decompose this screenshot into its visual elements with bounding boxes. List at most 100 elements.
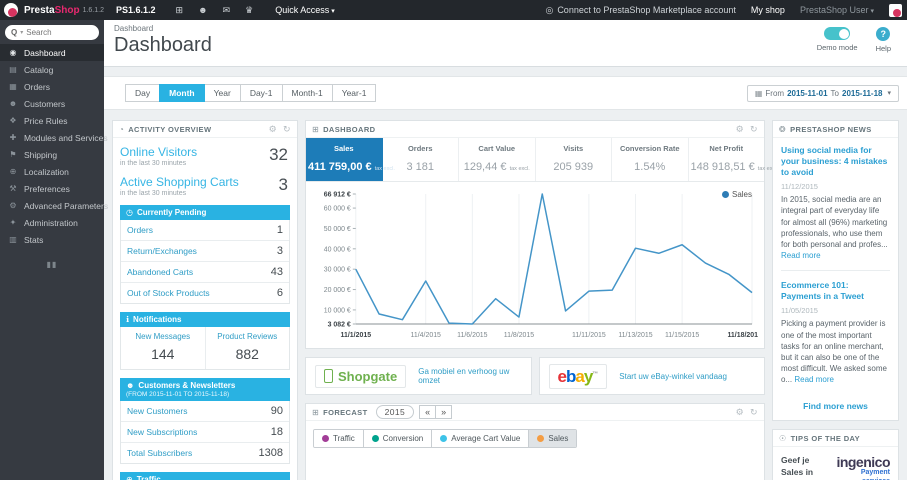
sidebar-item-administration[interactable]: ✦ Administration [0, 214, 104, 231]
user-menu[interactable]: PrestaShop User ▾ [800, 5, 874, 15]
customers-newsletters-section: ☻ Customers & Newsletters (FROM 2015-11-0… [120, 378, 290, 464]
article-excerpt: Picking a payment provider is one of the… [781, 318, 890, 385]
refresh-icon[interactable]: ↻ [750, 407, 758, 418]
shipping-icon: ⚑ [9, 150, 17, 159]
ebay-banner[interactable]: ebay™ Start uw eBay-winkel vandaag [538, 357, 765, 395]
find-more-news-link[interactable]: Find more news [773, 396, 898, 420]
activity-body: Online Visitors in the last 30 minutes 3… [113, 138, 297, 480]
tips-body: ingenico Payment services Geef je Sales … [773, 447, 898, 480]
product-reviews-cell[interactable]: Product Reviews 882 [204, 327, 290, 369]
breadcrumb[interactable]: Dashboard [114, 24, 897, 33]
pending-rows: Orders 1 Return/Exchanges 3 Abandoned Cart… [120, 220, 290, 304]
section-header: ⊕Traffic (FROM 2015-11-01 TO 2015-11-18) [120, 472, 290, 480]
sidebar-item-orders[interactable]: ▦ Orders [0, 78, 104, 95]
sidebar-item-stats[interactable]: ▥ Stats [0, 231, 104, 248]
kpi-tab-net-profit[interactable]: Net Profit 148 918,51 € tax excl. [689, 138, 778, 181]
kpi-tab-orders[interactable]: Orders 3 181 [383, 138, 459, 181]
shopgate-link[interactable]: Ga mobiel en verhoog uw omzet [418, 367, 521, 385]
next-year-button[interactable]: » [435, 405, 453, 419]
messages-icon[interactable]: ✉ [223, 5, 231, 16]
online-visitors-link[interactable]: Online Visitors [120, 145, 260, 159]
gear-icon[interactable]: ⚙ [736, 124, 744, 135]
date-range-picker[interactable]: ▦ From 2015-11-01 To 2015-11-18 ▾ [746, 84, 899, 102]
filter-day-1-button[interactable]: Day-1 [239, 84, 283, 102]
help-label: Help [875, 44, 891, 53]
sidebar-item-customers[interactable]: ☻ Customers [0, 95, 104, 112]
read-more-link[interactable]: Read more [781, 251, 821, 260]
toggle-traffic[interactable]: Traffic [314, 430, 363, 447]
new-subscriptions-link[interactable]: New Subscriptions [127, 427, 197, 437]
filter-month-button[interactable]: Month [159, 84, 205, 102]
sidebar-item-price-rules[interactable]: ❖ Price Rules [0, 112, 104, 129]
svg-text:40 000 €: 40 000 € [324, 246, 351, 253]
sidebar-item-advanced-parameters[interactable]: ⚙ Advanced Parameters [0, 197, 108, 214]
abandoned-carts-link[interactable]: Abandoned Carts [127, 267, 193, 277]
search-icon: Q [11, 28, 18, 37]
sidebar-item-localization[interactable]: ⊕ Localization [0, 163, 104, 180]
search-input[interactable] [26, 28, 77, 37]
ebay-letter: b [565, 366, 576, 386]
sidebar-item-preferences[interactable]: ⚒ Preferences [0, 180, 104, 197]
shopgate-banner[interactable]: Shopgate Ga mobiel en verhoog uw omzet [305, 357, 532, 395]
demo-mode-toggle[interactable] [824, 27, 851, 40]
kpi-tab-conversion-rate[interactable]: Conversion Rate 1.54% [612, 138, 689, 181]
toggle-average-cart-value[interactable]: Average Cart Value [431, 430, 529, 447]
trophy-icon[interactable]: ♛ [245, 5, 253, 16]
ebay-link[interactable]: Start uw eBay-winkel vandaag [619, 372, 727, 381]
refresh-icon[interactable]: ↻ [750, 124, 758, 135]
ingenico-logo[interactable]: ingenico Payment services [826, 455, 890, 480]
date-to-label: To [830, 88, 839, 98]
sidebar-search[interactable]: Q ▾ [5, 25, 99, 40]
sidebar-item-catalog[interactable]: ▤ Catalog [0, 61, 104, 78]
panel-tools: ⚙ ↻ [269, 124, 291, 135]
sidebar-item-shipping[interactable]: ⚑ Shipping [0, 146, 104, 163]
orders-link[interactable]: Orders [127, 225, 153, 235]
toggle-sales[interactable]: Sales [528, 430, 577, 447]
quick-access-menu[interactable]: Quick Access ▾ [275, 5, 335, 15]
sidebar-item-modules[interactable]: ✚ Modules and Services [0, 129, 108, 146]
shopgate-logo: Shopgate [315, 364, 407, 388]
sidebar-item-dashboard[interactable]: ◉ Dashboard [0, 44, 104, 61]
sales-dot-icon [537, 435, 545, 442]
new-customers-link[interactable]: New Customers [127, 406, 187, 416]
kpi-tab-cart-value[interactable]: Cart Value 129,44 € tax excl. [459, 138, 536, 181]
filter-month-1-button[interactable]: Month-1 [281, 84, 333, 102]
svg-text:11/13/2015: 11/13/2015 [618, 332, 652, 339]
filter-year-button[interactable]: Year [203, 84, 241, 102]
my-shop-link[interactable]: My shop [751, 5, 785, 15]
read-more-link[interactable]: Read more [794, 375, 834, 384]
total-subscribers-link[interactable]: Total Subscribers [127, 448, 192, 458]
chevron-down-icon[interactable]: ▾ [20, 29, 23, 36]
gear-icon[interactable]: ⚙ [736, 407, 744, 418]
new-messages-cell[interactable]: New Messages 144 [121, 327, 205, 369]
article-title-link[interactable]: Using social media for your business: 4 … [781, 145, 890, 178]
refresh-icon[interactable]: ↻ [283, 124, 291, 135]
user-avatar[interactable] [889, 3, 902, 17]
toggle-conversion[interactable]: Conversion [362, 430, 432, 447]
brand-name[interactable]: PrestaShop [24, 5, 80, 16]
sidebar-collapse-button[interactable]: ▮▮ [0, 260, 104, 269]
returns-link[interactable]: Return/Exchanges [127, 246, 197, 256]
article-title-link[interactable]: Ecommerce 101: Payments in a Tweet [781, 280, 890, 302]
previous-year-button[interactable]: « [419, 405, 437, 419]
filter-day-button[interactable]: Day [125, 84, 161, 102]
prestashop-logo[interactable] [4, 3, 18, 17]
help-icon[interactable]: ? [876, 27, 891, 41]
active-carts-link[interactable]: Active Shopping Carts [120, 175, 260, 189]
marketplace-connect-link[interactable]: ◎ Connect to PrestaShop Marketplace accou… [545, 5, 735, 16]
out-of-stock-link[interactable]: Out of Stock Products [127, 288, 210, 298]
notifications-grid: New Messages 144 Product Reviews 882 [120, 327, 290, 370]
cart-icon[interactable]: ⊞ [176, 5, 184, 16]
forecast-year-badge[interactable]: 2015 [375, 405, 415, 419]
customers-icon[interactable]: ☻ [198, 5, 207, 16]
sales-line-chart[interactable]: 3 082 € 10 000 € 20 000 € 30 000 € 40 000 € 5… [310, 188, 760, 346]
kpi-tab-visits[interactable]: Visits 205 939 [536, 138, 612, 181]
activity-column: ◔ ACTIVITY OVERVIEW ⚙ ↻ Online Visitors i… [112, 120, 298, 480]
gear-icon[interactable]: ⚙ [269, 124, 277, 135]
new-messages-value: 144 [151, 346, 175, 362]
table-row: New Customers 90 [121, 401, 289, 422]
kpi-tab-sales[interactable]: Sales 411 759,00 € tax excl. [306, 138, 395, 181]
section-title: Notifications [133, 315, 182, 324]
filter-year-1-button[interactable]: Year-1 [331, 84, 377, 102]
orders-icon: ▦ [9, 82, 17, 91]
